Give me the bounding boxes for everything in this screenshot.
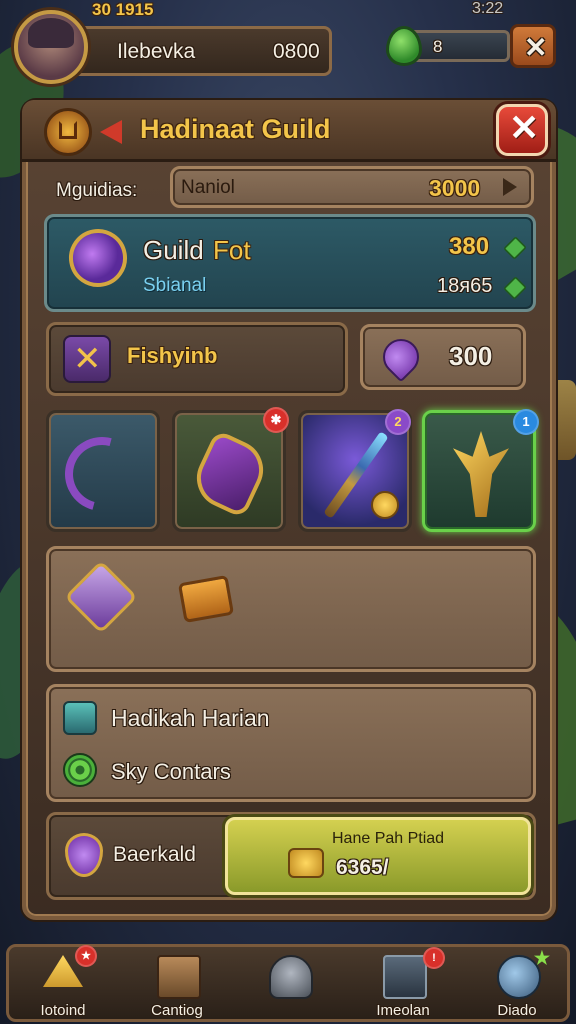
panel-close-button[interactable]: ✕ <box>496 104 548 156</box>
item-badge: 1 <box>513 409 539 435</box>
guild-fort-title-b: Fot <box>213 235 251 265</box>
nav-label: Diado <box>497 1002 537 1019</box>
home-icon <box>59 121 77 139</box>
gem-icon <box>386 26 422 66</box>
item-badge: 2 <box>385 409 411 435</box>
nav-item[interactable]: ★ Diado <box>467 947 567 1023</box>
notification-badge: ★ <box>75 945 97 967</box>
search-field[interactable]: Naniol 3000 <box>170 166 534 208</box>
nav-label: Cantiog <box>151 1002 203 1019</box>
item-badge: ✱ <box>263 407 289 433</box>
player-plate[interactable]: Ilebevka 0800 <box>70 26 332 76</box>
item-slot[interactable]: ✱ <box>172 407 289 532</box>
bottom-action-row: Baerkald Hane Pah Ptiad 6365/ <box>46 812 536 900</box>
list-row[interactable]: Sky Contars <box>49 747 533 795</box>
reward-box[interactable] <box>46 546 536 672</box>
search-value: Naniol <box>181 177 235 198</box>
top-resource-value: 30 1915 <box>92 0 154 19</box>
nav-item[interactable]: ★ Iotoind <box>13 945 113 1023</box>
golden-trident-icon <box>453 431 509 517</box>
search-amount: 3000 <box>429 175 481 201</box>
gem-count: 8 <box>433 37 443 56</box>
player-name: Ilebevka <box>117 40 196 63</box>
feature-cost-button[interactable]: 300 <box>360 324 526 390</box>
guild-emblem-icon <box>44 108 92 156</box>
notification-badge: ! <box>423 947 445 969</box>
action-value: 6365/ <box>336 856 389 879</box>
list-row[interactable]: Hadikah Harian <box>49 693 533 741</box>
item-slot-selected[interactable]: 1 <box>422 409 539 532</box>
helmet-icon <box>269 955 313 999</box>
list-row-label: Hadikah Harian <box>111 705 270 731</box>
shield-icon <box>65 833 103 877</box>
star-badge: ★ <box>533 948 551 968</box>
item-slot[interactable] <box>46 410 160 532</box>
castle-icon <box>157 955 201 999</box>
nav-label: Imeolan <box>376 1002 430 1019</box>
play-arrow-icon <box>503 178 517 196</box>
panel-header: Hadinaat Guild ✕ <box>22 100 556 162</box>
curved-blade-icon <box>51 423 153 525</box>
sword-icon <box>383 955 427 999</box>
guild-fort-card[interactable]: Guild Fot Sbianal 380 18ᴙ65 <box>44 214 536 312</box>
guild-fort-title-a: Guild <box>143 235 204 265</box>
coin-bag-icon <box>288 848 324 878</box>
list-row-label: Sky Contars <box>111 759 231 784</box>
green-gem-icon <box>503 236 527 264</box>
green-gem-icon <box>503 276 527 304</box>
action-button[interactable]: Hane Pah Ptiad 6365/ <box>225 817 531 895</box>
bottom-nav: ★ Iotoind Cantiog ! Imeolan ★ Diado <box>6 944 570 1022</box>
nav-item[interactable]: ! Imeolan <box>353 947 453 1023</box>
crossed-swords-icon: ✕ <box>63 335 111 383</box>
guild-panel: Hadinaat Guild ✕ Mguidias: Naniol 3000 G… <box>22 100 556 920</box>
nav-label: Iotoind <box>40 1002 86 1019</box>
guild-fort-value-2: 18ᴙ65 <box>437 275 493 297</box>
mace-icon <box>64 560 138 634</box>
coin-icon <box>371 491 399 519</box>
top-bar: 30 1915 3:22 Ilebevka 0800 8 ✕ <box>0 0 576 90</box>
nav-item[interactable]: Cantiog <box>127 947 227 1023</box>
list-box: Hadikah Harian Sky Contars <box>46 684 536 802</box>
close-icon: ✕ <box>509 107 540 148</box>
feature-label: Fishyinb <box>127 343 218 368</box>
bottom-label: Baerkald <box>113 843 196 866</box>
guild-fort-subtitle: Sbianal <box>143 275 207 296</box>
feature-box[interactable]: ✕ Fishyinb <box>46 322 348 396</box>
panel-title: Hadinaat Guild <box>140 114 331 144</box>
guild-amulet-icon <box>64 224 132 292</box>
feature-cost: 300 <box>449 341 493 371</box>
avatar[interactable] <box>14 10 88 84</box>
claw-gauntlet-icon <box>187 429 273 519</box>
target-icon <box>63 753 97 787</box>
nav-item[interactable] <box>239 947 339 1023</box>
item-slot[interactable]: 2 <box>298 409 412 532</box>
guild-fort-value-1: 380 <box>449 233 490 260</box>
swords-glyph: ✕ <box>73 340 102 378</box>
feather-icon <box>63 701 97 735</box>
avatar-hair <box>28 18 74 48</box>
search-label: Mguidias: <box>56 180 138 201</box>
close-icon: ✕ <box>524 32 548 63</box>
top-right-value: 3:22 <box>472 0 504 17</box>
purple-potion-icon <box>375 331 427 383</box>
action-label: Hane Pah Ptiad <box>332 830 445 847</box>
top-close-button[interactable]: ✕ <box>510 24 556 68</box>
player-score: 0800 <box>273 40 320 63</box>
treasure-chest-icon <box>177 574 235 624</box>
title-flag-icon <box>100 120 122 144</box>
